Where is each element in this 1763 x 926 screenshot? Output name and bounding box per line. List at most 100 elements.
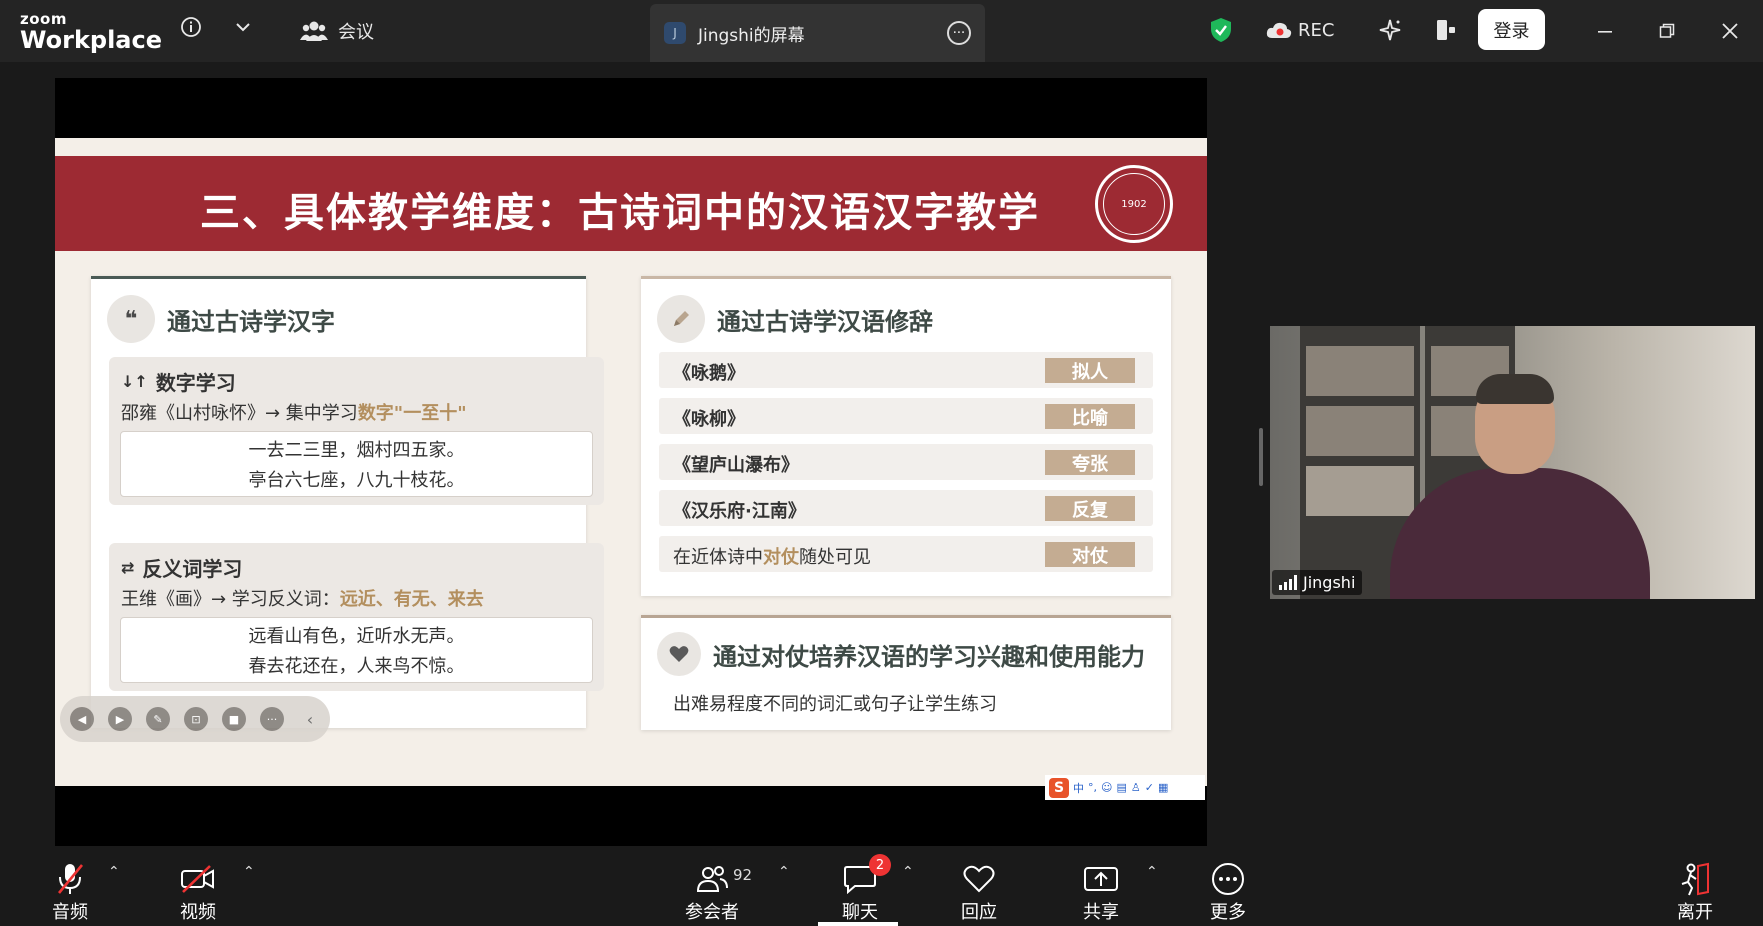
react-label: 回应 [961, 902, 997, 923]
video-button[interactable]: 视频 [180, 860, 216, 924]
ai-companion-icon[interactable] [1376, 16, 1404, 44]
ime-skin-icon: ✓ [1144, 781, 1154, 794]
section-antonyms-prefix: 王维《画》→ 学习反义词： [121, 589, 340, 610]
rhetoric-tag: 对仗 [1045, 542, 1135, 567]
card-parallelism-interest: 通过对仗培养汉语的学习兴趣和使用能力 出难易程度不同的词汇或句子让学生练习 [641, 615, 1171, 730]
zoom-app: zoom Workplace 会议 J Jingshi的屏幕 ··· REC 登… [0, 0, 1763, 926]
people-icon [300, 21, 328, 41]
cloud-record-icon [1266, 22, 1292, 38]
share-button[interactable]: 共享 [1083, 860, 1119, 924]
section-numbers-label: 数字学习 [155, 371, 236, 395]
react-button[interactable]: 回应 [961, 860, 997, 924]
chat-active-indicator [818, 922, 898, 926]
logo-workplace-text: Workplace [20, 26, 163, 54]
poem-title: 《望庐山瀑布》 [673, 455, 799, 476]
card-right2-text: 出难易程度不同的词汇或句子让学生练习 [673, 694, 997, 715]
panel-resize-handle[interactable] [1259, 428, 1263, 486]
share-options-icon[interactable]: ⌃ [1146, 864, 1158, 880]
participant-video[interactable]: Jingshi [1270, 326, 1755, 599]
more-icon [1211, 860, 1245, 898]
list-item: 《汉乐府·江南》 反复 [659, 490, 1153, 526]
video-options-icon[interactable]: ⌃ [243, 864, 255, 880]
section-antonyms-label: 反义词学习 [142, 557, 243, 581]
more-label: 更多 [1210, 902, 1246, 923]
ime-toolbar[interactable]: S 中 °, ☺ ▤ ♙ ✓ ▦ [1045, 775, 1205, 800]
share-tab-title: Jingshi的屏幕 [698, 25, 805, 46]
participant-count: 92 [733, 866, 753, 884]
more-button[interactable]: 更多 [1210, 860, 1246, 924]
ime-menu-icon: ▦ [1157, 781, 1169, 794]
previous-slide-icon[interactable]: ◀ [70, 707, 94, 731]
list-item: 在近体诗中对仗随处可见 对仗 [659, 536, 1153, 572]
poem-box: 一去二三里，烟村四五家。 亭台六七座，八九十枝花。 [120, 431, 593, 497]
meeting-label: 会议 [338, 22, 374, 43]
rhetoric-tag: 比喻 [1045, 404, 1135, 429]
login-button[interactable]: 登录 [1478, 9, 1545, 50]
audio-label: 音频 [52, 902, 88, 923]
collapse-icon[interactable]: ‹ [298, 707, 322, 731]
leave-icon [1678, 860, 1712, 898]
ime-logo: S [1049, 777, 1069, 798]
title-bar: zoom Workplace 会议 J Jingshi的屏幕 ··· REC 登… [0, 0, 1763, 62]
shield-icon[interactable] [1208, 16, 1234, 44]
chat-unread-badge: 2 [869, 854, 891, 876]
card-learn-characters: ❝ 通过古诗学汉字 ↓↑ 数字学习 邵雍《山村咏怀》→ 集中学习数字"一至十" … [91, 276, 604, 728]
zoom-slide-icon[interactable]: ⊡ [184, 707, 208, 731]
meeting-button[interactable]: 会议 [300, 16, 374, 46]
card-heading: 通过古诗学汉语修辞 [657, 295, 933, 343]
slide: 三、具体教学维度：古诗词中的汉语汉字教学 1902 ❝ 通过古诗学汉字 ↓↑ 数… [55, 138, 1207, 786]
participants-button[interactable]: 参会者 [685, 860, 739, 924]
card-learn-rhetoric: 通过古诗学汉语修辞 《咏鹅》 拟人 《咏柳》 比喻 《望庐山瀑布》 夸张 《汉乐… [641, 276, 1171, 596]
chat-button[interactable]: 2 聊天 [842, 854, 891, 924]
logo-zoom-text: zoom [20, 10, 67, 28]
rhetoric-tag: 拟人 [1045, 358, 1135, 383]
minimize-icon[interactable] [1592, 18, 1618, 44]
screen-share-tab[interactable]: J Jingshi的屏幕 ··· [650, 4, 985, 62]
ime-emoji-icon: ☺ [1101, 781, 1113, 794]
bottom-toolbar: 音频 ⌃ 视频 ⌃ 参会者 92 ⌃ 2 聊天 ⌃ 回应 共享 ⌃ 更多 离开 [0, 846, 1763, 926]
audio-options-icon[interactable]: ⌃ [108, 864, 120, 880]
participants-options-icon[interactable]: ⌃ [778, 864, 790, 880]
heart-outline-icon [962, 860, 996, 898]
pen-tool-icon[interactable]: ✎ [146, 707, 170, 731]
heart-icon [657, 632, 701, 676]
section-antonyms: ⇄ 反义词学习 王维《画》→ 学习反义词：远近、有无、来去 远看山有色，近听水无… [109, 543, 604, 691]
rhetoric-tag: 反复 [1045, 496, 1135, 521]
poem-title: 《汉乐府·江南》 [673, 501, 806, 522]
rec-label: REC [1298, 19, 1335, 41]
list-item: 《咏鹅》 拟人 [659, 352, 1153, 388]
audio-button[interactable]: 音频 [52, 860, 88, 924]
poem-line: 春去花还在，人来鸟不惊。 [248, 656, 465, 677]
section-antonyms-title: ⇄ 反义词学习 [121, 553, 242, 582]
chevron-down-icon[interactable] [230, 14, 256, 40]
next-slide-icon[interactable]: ▶ [108, 707, 132, 731]
section-numbers-prefix: 邵雍《山村咏怀》→ 集中学习 [121, 403, 358, 424]
ime-keyboard-icon: ▤ [1116, 781, 1127, 794]
quote-icon: ❝ [107, 295, 155, 343]
chat-label: 聊天 [842, 902, 878, 923]
section-numbers-line: 邵雍《山村咏怀》→ 集中学习数字"一至十" [121, 399, 467, 425]
restore-icon[interactable] [1654, 18, 1680, 44]
section-numbers-title: ↓↑ 数字学习 [121, 367, 236, 396]
leave-button[interactable]: 离开 [1677, 860, 1713, 924]
slide-title: 三、具体教学维度：古诗词中的汉语汉字教学 [200, 190, 1040, 236]
card-left-heading: 通过古诗学汉字 [167, 307, 335, 336]
swap-icon: ⇄ [121, 558, 135, 577]
camera-icon[interactable]: ■ [222, 707, 246, 731]
mic-muted-icon [55, 860, 85, 898]
more-icon[interactable]: ··· [260, 707, 284, 731]
parallelism-text: 在近体诗中对仗随处可见 [673, 543, 871, 569]
section-antonyms-highlight: 远近、有无、来去 [339, 589, 484, 610]
poem-line: 远看山有色，近听水无声。 [248, 626, 465, 647]
rhetoric-tag: 夸张 [1045, 450, 1135, 475]
more-options-icon[interactable]: ··· [947, 21, 971, 45]
apps-icon[interactable] [1432, 16, 1460, 44]
list-item: 《望庐山瀑布》 夸张 [659, 444, 1153, 480]
chat-options-icon[interactable]: ⌃ [902, 864, 914, 880]
close-icon[interactable] [1717, 18, 1743, 44]
participant-name: Jingshi [1303, 573, 1356, 592]
record-button[interactable]: REC [1266, 16, 1334, 44]
signal-strength-icon [1279, 575, 1297, 590]
info-icon[interactable] [178, 14, 204, 40]
chat-icon: 2 [843, 854, 891, 898]
